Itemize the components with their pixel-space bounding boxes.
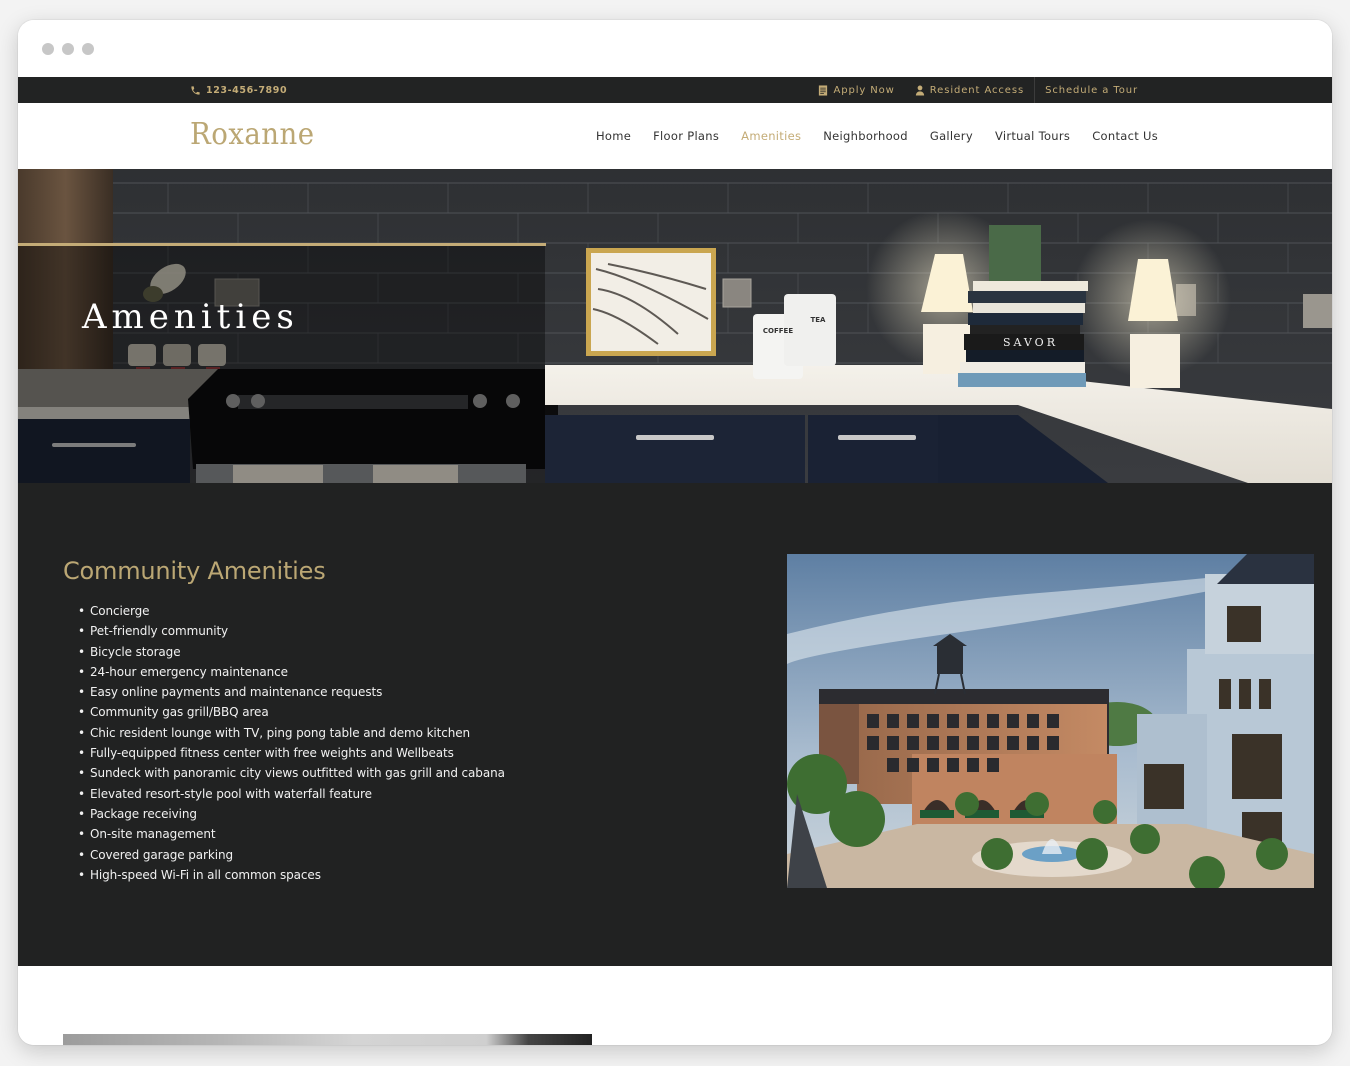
- resident-access-link[interactable]: Resident Access: [905, 77, 1034, 103]
- amenity-item: Community gas grill/BBQ area: [78, 702, 505, 723]
- utility-links: Apply Now Resident Access Schedule a Tou…: [808, 77, 1148, 103]
- close-window-button[interactable]: [42, 43, 54, 55]
- apply-now-label: Apply Now: [833, 84, 895, 96]
- apply-now-link[interactable]: Apply Now: [808, 77, 904, 103]
- page-title: Amenities: [82, 297, 299, 337]
- hero-banner: COFFEE TEA SAVOR Amenities: [18, 169, 1332, 483]
- community-amenities-section: Community Amenities Concierge Pet-friend…: [18, 483, 1332, 966]
- nav-item-floor-plans[interactable]: Floor Plans: [653, 129, 719, 143]
- amenity-item: Easy online payments and maintenance req…: [78, 682, 505, 703]
- amenity-item: Elevated resort-style pool with waterfal…: [78, 784, 505, 805]
- next-section: [18, 966, 1332, 1045]
- minimize-window-button[interactable]: [62, 43, 74, 55]
- amenities-list: Concierge Pet-friendly community Bicycle…: [78, 601, 505, 885]
- amenity-item: Pet-friendly community: [78, 621, 505, 642]
- amenity-item: 24-hour emergency maintenance: [78, 662, 505, 683]
- window-chrome: [18, 20, 1332, 77]
- hero-accent-line: [18, 243, 546, 246]
- next-section-image: [63, 1034, 592, 1045]
- schedule-tour-label: Schedule a Tour: [1045, 84, 1138, 96]
- section-heading: Community Amenities: [63, 557, 326, 585]
- tea-canister-label: TEA: [811, 316, 827, 324]
- nav-item-contact-us[interactable]: Contact Us: [1092, 129, 1158, 143]
- nav-item-amenities[interactable]: Amenities: [741, 129, 801, 143]
- user-icon: [915, 85, 924, 96]
- coffee-canister-label: COFFEE: [763, 327, 793, 335]
- amenity-item: On-site management: [78, 824, 505, 845]
- nav-item-home[interactable]: Home: [596, 129, 631, 143]
- utility-bar: 123-456-7890 Apply Now Resident Access S…: [18, 77, 1332, 103]
- nav-menu: Home Floor Plans Amenities Neighborhood …: [596, 103, 1158, 169]
- savor-book-title: SAVOR: [1003, 336, 1058, 349]
- building-plaza-image: [787, 554, 1314, 888]
- amenity-item: Sundeck with panoramic city views outfit…: [78, 763, 505, 784]
- amenity-item: High-speed Wi-Fi in all common spaces: [78, 865, 505, 886]
- amenity-item: Concierge: [78, 601, 505, 622]
- amenity-item: Bicycle storage: [78, 642, 505, 663]
- amenity-item: Fully-equipped fitness center with free …: [78, 743, 505, 764]
- phone-link[interactable]: 123-456-7890: [190, 77, 287, 103]
- nav-item-virtual-tours[interactable]: Virtual Tours: [995, 129, 1070, 143]
- site-logo[interactable]: Roxanne: [190, 117, 315, 152]
- maximize-window-button[interactable]: [82, 43, 94, 55]
- amenity-item: Chic resident lounge with TV, ping pong …: [78, 723, 505, 744]
- browser-window: 123-456-7890 Apply Now Resident Access S…: [18, 20, 1332, 1045]
- phone-number: 123-456-7890: [206, 84, 288, 96]
- amenity-item: Covered garage parking: [78, 845, 505, 866]
- schedule-tour-link[interactable]: Schedule a Tour: [1035, 77, 1148, 103]
- nav-item-neighborhood[interactable]: Neighborhood: [823, 129, 908, 143]
- window-controls: [42, 43, 94, 55]
- phone-icon: [191, 85, 200, 95]
- document-icon: [819, 84, 828, 96]
- hero-title-overlay: [18, 245, 545, 483]
- nav-item-gallery[interactable]: Gallery: [930, 129, 973, 143]
- amenity-item: Package receiving: [78, 804, 505, 825]
- main-nav: Roxanne Home Floor Plans Amenities Neigh…: [18, 103, 1332, 169]
- resident-access-label: Resident Access: [929, 84, 1025, 96]
